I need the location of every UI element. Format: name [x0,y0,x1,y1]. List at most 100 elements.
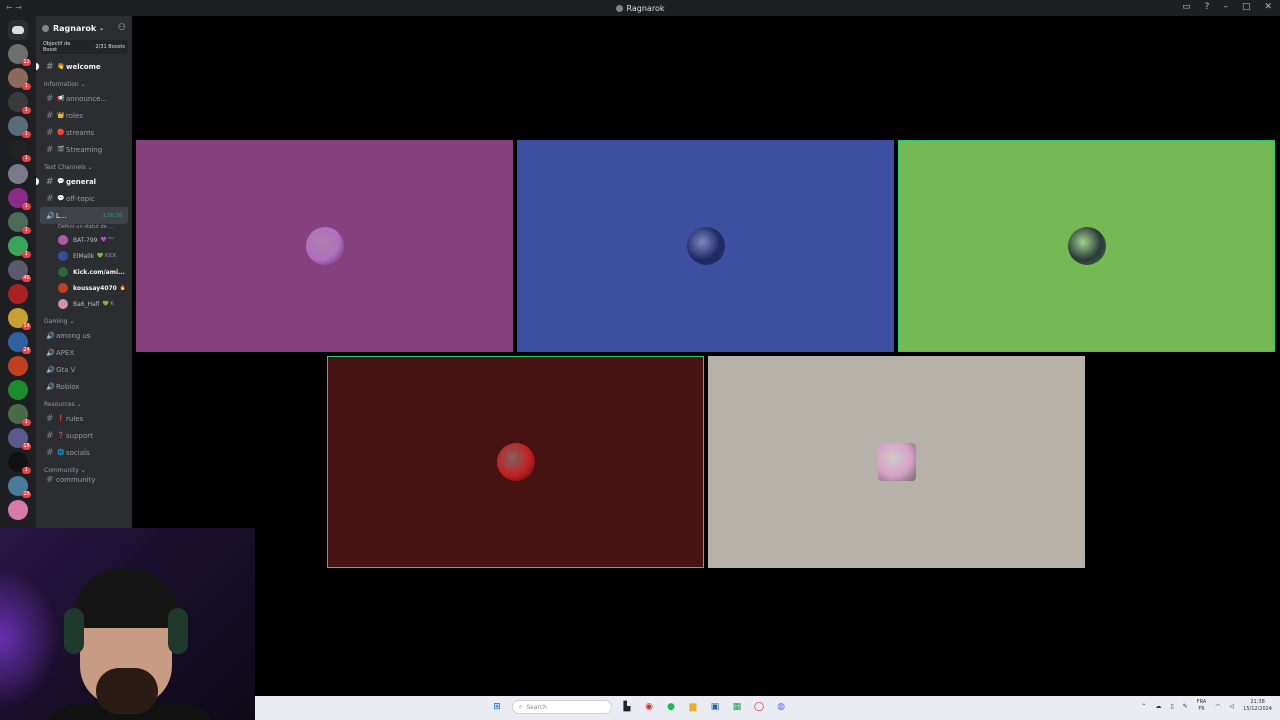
settings-icon[interactable]: ▣ [708,700,722,714]
channel-item[interactable]: # 💬 off-topic [36,190,132,207]
channel-item[interactable]: # 📢 announce... [36,90,132,107]
user-activity: 💜 ᴹᵃʳ [100,237,115,243]
video-tile[interactable] [327,356,704,568]
server-icon[interactable]: 26 [8,476,31,498]
files-icon[interactable]: ▆ [686,700,700,714]
server-icon[interactable]: 12 [8,44,31,66]
category-information[interactable]: Information ⌄ [36,75,132,90]
voice-channel[interactable]: 🔊 Gta V [36,361,132,378]
light-glow [0,568,60,708]
server-icon[interactable]: 1 [8,188,31,210]
opera-icon[interactable]: ◯ [752,700,766,714]
spotify-icon[interactable]: ● [664,700,678,714]
channel-label: streams [66,128,95,137]
server-icon[interactable]: 24 [8,332,31,354]
mention-badge: 1 [22,251,31,258]
voice-user[interactable]: Kick.com/ami... [36,264,132,280]
search-icon: ⌕ [519,703,523,710]
discord-icon [12,26,24,34]
channel-label: Roblox [56,382,80,391]
start-icon[interactable]: ⊞ [490,700,504,714]
category-resources[interactable]: Resources ⌄ [36,395,132,410]
set-status-hint[interactable]: Définir un statut de ... [36,224,132,232]
add-member-icon[interactable]: ⚇ [118,23,126,33]
server-icon[interactable] [8,356,28,376]
channel-item[interactable]: # ❓ support [36,427,132,444]
terminal-icon[interactable]: ▙ [620,700,634,714]
active-voice-channel[interactable]: 🔊 L... 1:56:56 [40,207,128,224]
clock[interactable]: 21:38 15/12/2024 [1243,699,1272,713]
hash-icon: # [46,110,54,121]
discord-icon[interactable]: ◍ [774,700,788,714]
inbox-icon[interactable]: ▭ [1182,2,1191,12]
voice-user[interactable]: koussay4070 🔥 [36,280,132,296]
channel-item[interactable]: # 💬 general [36,173,132,190]
window-title-text: Ragnarok [626,3,665,13]
server-icon[interactable]: 18 [8,428,31,450]
whatsapp-icon[interactable]: ▦ [730,700,744,714]
streamer-beard [96,668,158,714]
channel-welcome[interactable]: # 👋 welcome [36,58,132,75]
wifi-icon[interactable]: ◠ [1215,703,1220,710]
server-header[interactable]: Ragnarok ⌄ ⚇ [36,16,132,40]
server-icon[interactable] [8,380,28,400]
channel-item[interactable]: # 🌐 socials [36,444,132,461]
voice-user[interactable]: Ba6_Hafi 💚 K [36,296,132,312]
pen-icon[interactable]: ✎ [1183,703,1188,710]
video-tile[interactable] [708,356,1085,568]
voice-user[interactable]: BAT-799 💜 ᴹᵃʳ [36,232,132,248]
voice-user[interactable]: ElMalik 💚 KICK [36,248,132,264]
channel-label: support [66,431,93,440]
server-icon[interactable]: 1 [8,212,31,234]
server-icon[interactable] [8,500,28,520]
server-icon[interactable]: 1 [8,68,31,90]
video-tile[interactable] [517,140,894,352]
server-icon[interactable]: 1 [8,404,31,426]
speaker-icon: 🔊 [46,211,55,220]
server-icon[interactable] [8,164,28,184]
battery-icon[interactable]: ▯ [1170,703,1173,710]
channel-item[interactable]: # 👑 roles [36,107,132,124]
channel-item[interactable]: # 🎬 Streaming [36,141,132,158]
category-gaming[interactable]: Gaming ⌄ [36,312,132,327]
voice-user-name: ElMalik [73,252,95,260]
taskbar-search[interactable]: ⌕ Search [512,700,612,714]
server-icon[interactable]: 14 [8,308,31,330]
voice-channel[interactable]: 🔊 Roblox [36,378,132,395]
voice-channel[interactable]: 🔊 APEX [36,344,132,361]
home-button[interactable] [8,20,28,40]
server-name: Ragnarok [53,23,97,33]
channel-label: Streaming [66,145,103,154]
channel-label: welcome [66,62,101,71]
channel-item[interactable]: # 🔴 streams [36,124,132,141]
voice-channel[interactable]: 🔊 among us [36,327,132,344]
server-icon[interactable]: 1 [8,452,31,474]
voice-user-name: koussay4070 [73,284,117,292]
language-indicator[interactable]: FRA FR [1197,699,1207,713]
boost-goal[interactable]: Objectif de Boost 2/31 Boosts [40,40,128,54]
nav-arrows[interactable]: ← → [6,3,22,12]
server-icon[interactable] [8,284,28,304]
minimize-icon[interactable]: – [1223,2,1228,12]
video-tile[interactable] [136,140,513,352]
server-icon[interactable]: 1 [8,116,31,138]
volume-icon[interactable]: ◁ [1230,703,1235,710]
onedrive-icon[interactable]: ☁ [1155,703,1161,710]
channel-item[interactable]: # ❗ rules [36,410,132,427]
help-icon[interactable]: ? [1205,2,1210,12]
server-icon [615,4,623,12]
chrome-icon[interactable]: ◉ [642,700,656,714]
close-icon[interactable]: ✕ [1264,2,1272,12]
video-tile[interactable] [898,140,1275,352]
voice-users: BAT-799 💜 ᴹᵃʳ ElMalik 💚 KICK Kick.com/ami...… [36,232,132,312]
chevron-up-icon[interactable]: ⌃ [1141,703,1146,710]
server-icon[interactable]: 1 [8,92,31,114]
channel-community[interactable]: # community [36,476,132,484]
server-icon[interactable]: 46 [8,260,31,282]
server-icon[interactable]: 1 [8,236,31,258]
server-icon[interactable]: 1 [8,140,31,162]
maximize-icon[interactable]: □ [1242,2,1251,12]
category-community[interactable]: Community ⌄ [36,461,132,476]
category-text-channels[interactable]: Text Channels ⌄ [36,158,132,173]
voice-user-name: BAT-799 [73,236,98,244]
